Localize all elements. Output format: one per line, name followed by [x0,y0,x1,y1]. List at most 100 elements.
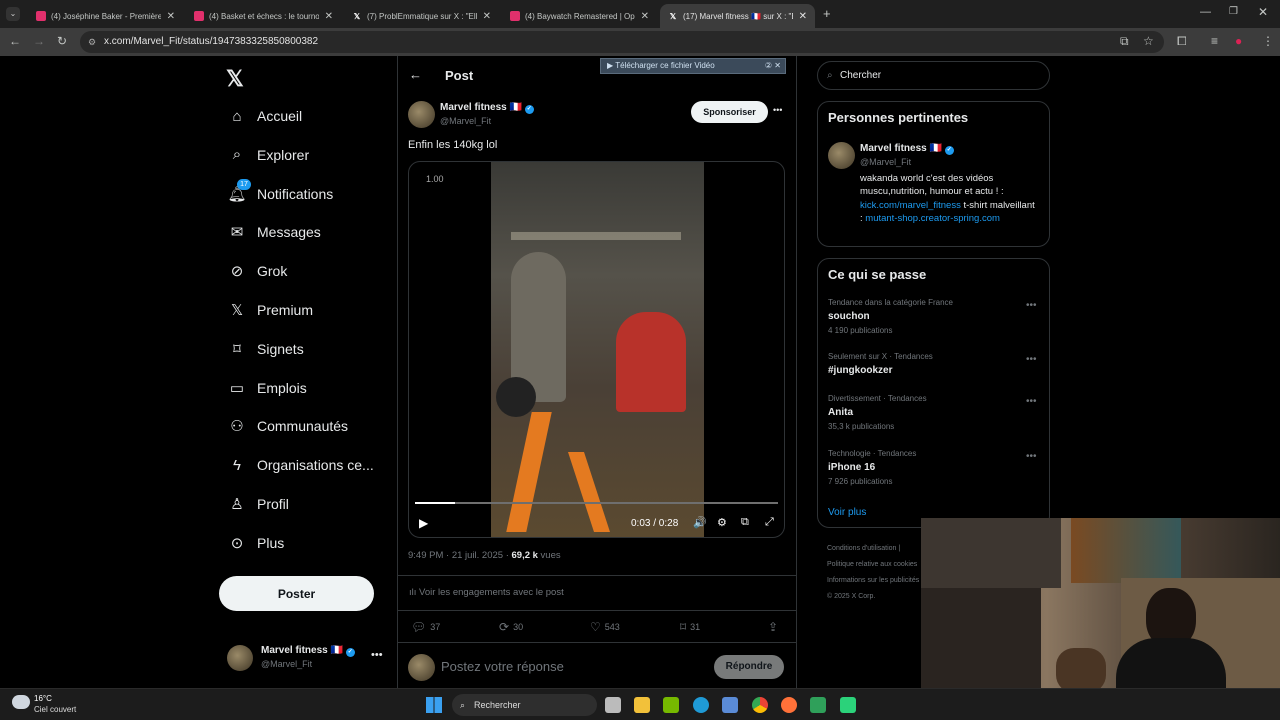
menu-icon[interactable]: ⋮ [1262,34,1274,48]
footer-link[interactable]: Informations sur les publicités [827,577,919,584]
reply-action[interactable]: 💬︎ 37 [411,620,440,634]
video-progress-track[interactable] [415,502,778,504]
taskbar-search[interactable]: ⌕ Rechercher [452,694,597,716]
app-icon[interactable] [810,697,826,713]
profile-icon[interactable]: ● [1235,34,1242,48]
trend-item[interactable]: Technologie · Tendances iPhone 16 7 926 pu… [828,449,916,486]
install-app-icon[interactable]: ⧉ [1120,34,1129,49]
reply-input[interactable]: Postez votre réponse [441,659,564,674]
browser-tab[interactable]: 𝕏 (17) Marvel fitness 🇫🇷 sur X : "Er ✕ [660,4,815,28]
sidebar-item-premium[interactable]: 𝕏 Premium [227,298,313,322]
sidebar-item-grok[interactable]: ⊘ Grok [227,259,288,283]
sidebar-item-profil[interactable]: ♙ Profil [227,492,289,516]
footer-link[interactable]: Politique relative aux cookies [827,561,917,568]
fullscreen-icon[interactable]: ⤢ [765,516,774,529]
sponsor-button[interactable]: Sponsoriser [691,101,768,123]
close-tab-icon[interactable]: ✕ [641,11,649,22]
app-icon[interactable] [840,697,856,713]
site-info-icon[interactable]: ⚙ [88,31,96,53]
close-tab-icon[interactable]: ✕ [325,11,333,22]
url-field[interactable]: ⚙ x.com/Marvel_Fit/status/19473833258508… [80,31,1164,53]
sidebar-item-emplois[interactable]: ▭ Emplois [227,376,307,400]
sidebar-item-signets[interactable]: ⌑ Signets [227,337,304,361]
store-icon[interactable] [722,697,738,713]
chrome-icon[interactable] [752,697,768,713]
edge-icon[interactable] [693,697,709,713]
browser-tab-strip: ⌄ (4) Joséphine Baker - Première ✕ (4) Bas… [0,0,1280,28]
footer-link[interactable]: Conditions d'utilisation | [827,545,900,552]
post-timestamp[interactable]: 9:49 PM · 21 juil. 2025 · [408,550,512,561]
video-time: 0:03 / 0:28 [631,518,679,529]
close-window-button[interactable]: ✕ [1258,5,1268,19]
browser-tab[interactable]: (4) Joséphine Baker - Première ✕ [28,4,183,28]
trend-more-icon[interactable]: ••• [1026,354,1037,365]
trend-more-icon[interactable]: ••• [1026,300,1037,311]
reading-list-icon[interactable]: ≡ [1211,34,1218,48]
bookmark-action[interactable]: ⌑ 31 [680,620,700,634]
task-view-icon[interactable] [605,697,621,713]
firefox-icon[interactable] [781,697,797,713]
tab-list-button[interactable]: ⌄ [6,7,20,21]
weather-icon[interactable] [12,695,30,709]
browser-tab[interactable]: 𝕏 (7) ProblEmmatique sur X : "Elle ✕ [344,4,499,28]
more-icon[interactable]: ••• [371,649,383,661]
briefcase-icon: ▭ [229,379,245,397]
back-icon[interactable]: ← [9,34,21,48]
post-more-icon[interactable]: ••• [773,105,782,115]
post-button[interactable]: Poster [219,576,374,611]
close-tab-icon[interactable]: ✕ [167,11,175,22]
back-arrow-icon[interactable]: ← [409,67,422,82]
sidebar-item-organisations-ce[interactable]: ϟ Organisations ce... [227,453,374,477]
volume-icon[interactable]: 🔊 [693,516,707,529]
trend-item[interactable]: Divertissement · Tendances Anita 35,3 k pu… [828,394,927,431]
bio-link[interactable]: mutant-shop.creator-spring.com [865,213,1000,224]
sidebar-item-communautés[interactable]: ⚇ Communautés [227,414,348,438]
video-player[interactable]: 1.00 ▶ 0:03 / 0:28 🔊 ⚙ ⧉ ⤢ [408,161,785,538]
close-icon[interactable]: ② ✕ [765,59,781,73]
play-icon[interactable]: ▶ [419,516,428,530]
bio-link[interactable]: kick.com/marvel_fitness [860,200,961,211]
avatar[interactable] [828,142,855,169]
sidebar-item-accueil[interactable]: ⌂ Accueil [227,104,302,128]
nvidia-icon[interactable] [663,697,679,713]
sidebar-item-explorer[interactable]: ⌕ Explorer [227,143,309,167]
account-switcher[interactable]: Marvel fitness 🇫🇷 ✓ @Marvel_Fit ••• [227,645,387,673]
see-more-link[interactable]: Voir plus [828,507,866,518]
close-tab-icon[interactable]: ✕ [799,11,807,22]
pip-icon[interactable]: ⧉ [741,516,749,529]
trend-more-icon[interactable]: ••• [1026,396,1037,407]
x-logo-icon[interactable]: 𝕏 [226,66,244,92]
relevant-name[interactable]: Marvel fitness [860,143,927,154]
settings-icon[interactable]: ⚙ [717,516,727,529]
forward-icon[interactable]: → [33,34,45,48]
author-handle[interactable]: @Marvel_Fit [440,116,491,126]
author-avatar[interactable] [408,101,435,128]
sidebar-item-plus[interactable]: ⊙ Plus [227,531,285,555]
share-action[interactable]: ⇪ [768,620,782,634]
close-tab-icon[interactable]: ✕ [483,11,491,22]
download-banner[interactable]: ▶ Télécharger ce fichier Vidéo ② ✕ [600,58,786,74]
extensions-icon[interactable]: ⧠ [1177,34,1187,49]
like-action[interactable]: ♡ 543 [590,620,620,634]
bookmark-star-icon[interactable]: ☆ [1143,34,1154,48]
reply-button[interactable]: Répondre [714,655,784,679]
reload-icon[interactable]: ↻ [57,34,67,48]
start-icon[interactable] [426,697,442,713]
author-name[interactable]: Marvel fitness [440,102,507,113]
trend-item[interactable]: Tendance dans la catégorie France souchon… [828,298,953,335]
new-tab-button[interactable]: + [823,6,831,21]
trend-more-icon[interactable]: ••• [1026,451,1037,462]
browser-tab[interactable]: (4) Basket et échecs : le tournoi ✕ [186,4,341,28]
engagements-link[interactable]: ılı Voir les engagements avec le post [409,587,564,598]
maximize-button[interactable]: ❐ [1229,6,1238,17]
minimize-button[interactable]: — [1200,6,1211,18]
search-input[interactable]: ⌕ Chercher [817,61,1050,90]
sidebar-item-messages[interactable]: ✉ Messages [227,220,321,244]
trend-item[interactable]: Seulement sur X · Tendances #jungkookzer [828,352,933,376]
download-icon: ▶ [607,61,616,70]
youtube-icon [36,11,46,21]
sidebar-item-notifications[interactable]: 🔔︎ 17 Notifications [227,178,333,206]
file-explorer-icon[interactable] [634,697,650,713]
browser-tab[interactable]: (4) Baywatch Remastered | Ope ✕ [502,4,657,28]
repost-action[interactable]: ⟳ 30 [499,620,523,634]
